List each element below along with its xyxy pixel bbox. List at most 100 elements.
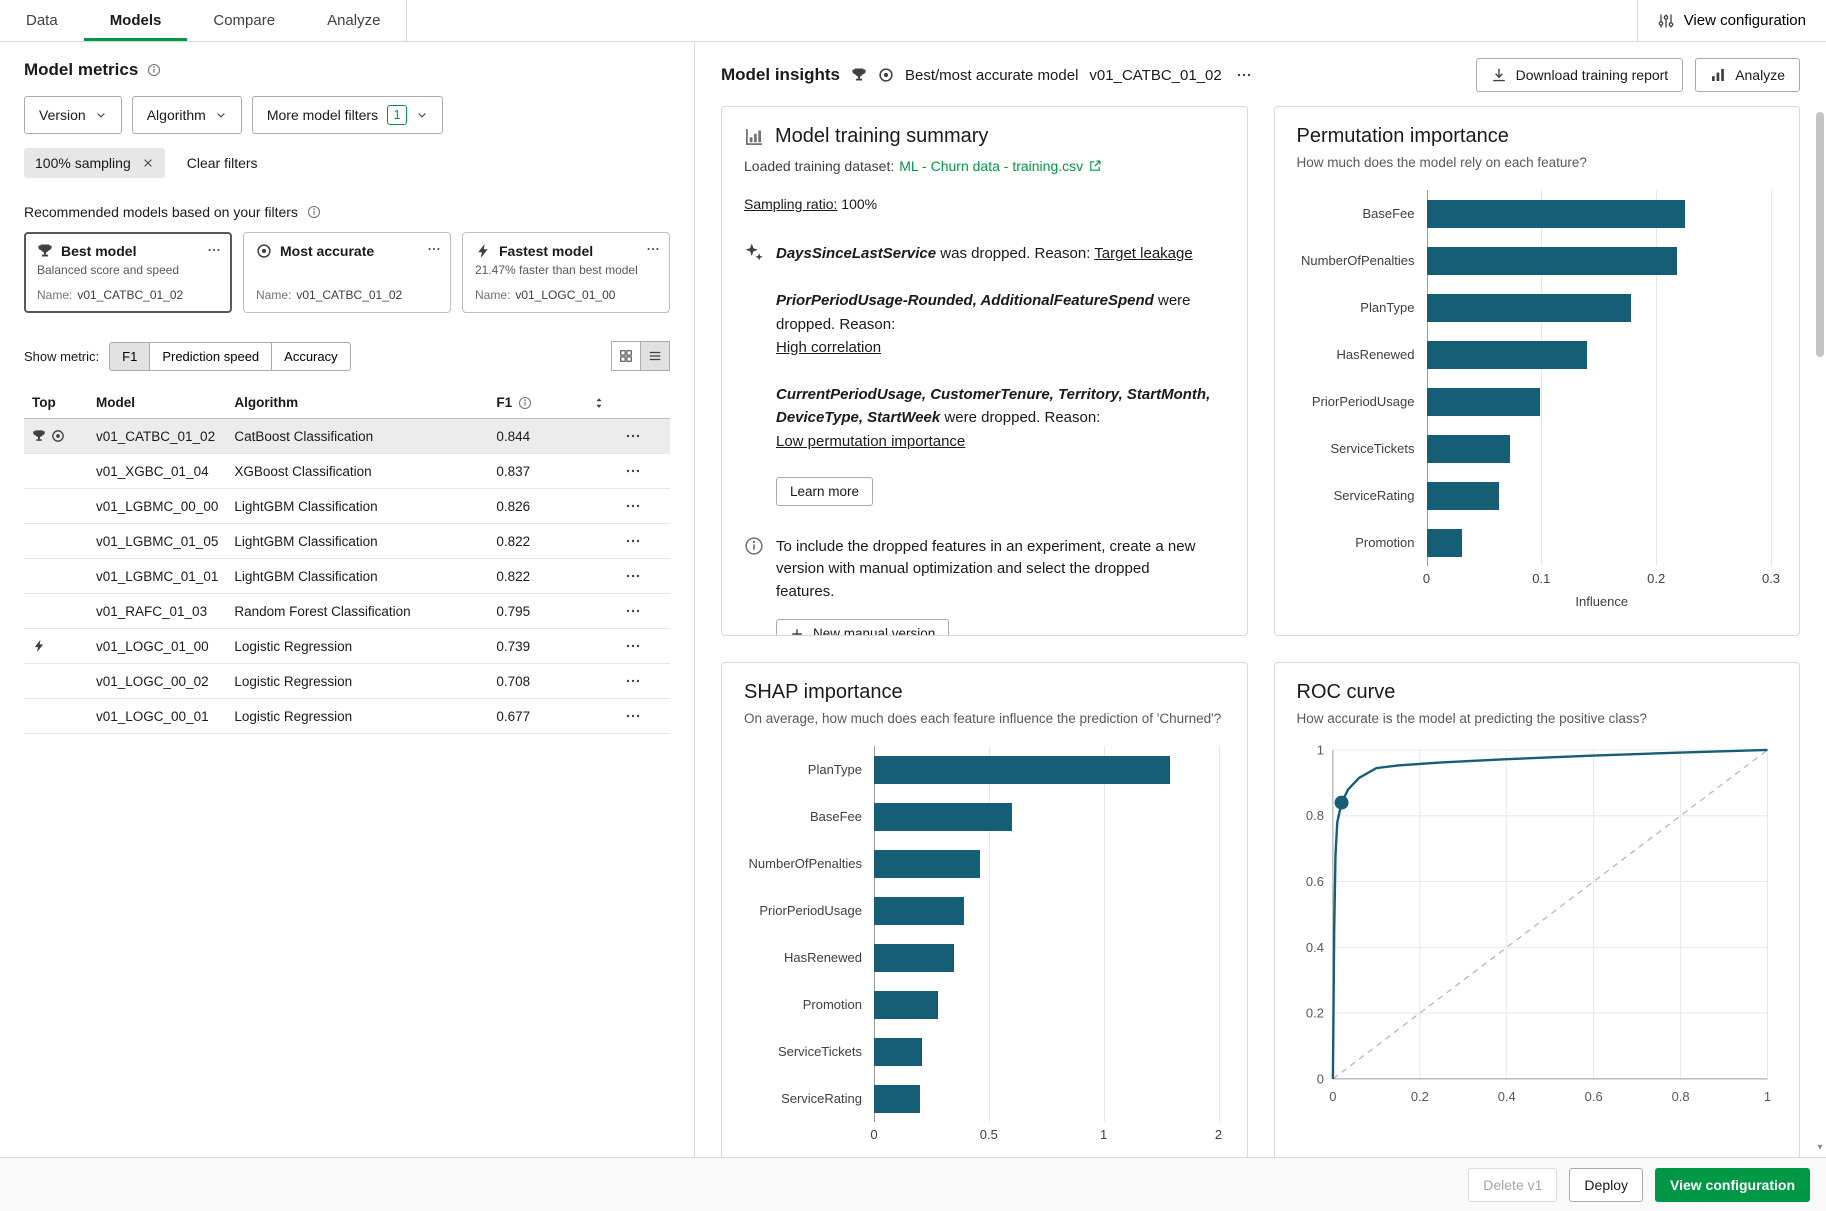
recommended-card-best-model[interactable]: Best modelBalanced score and speedName:v… [24, 232, 232, 313]
scroll-down-icon[interactable]: ▾ [1815, 1142, 1825, 1153]
model-row[interactable]: v01_LGBMC_01_05LightGBM Classification0.… [24, 524, 670, 559]
ellipsis-icon [207, 243, 221, 257]
row-menu-button[interactable] [622, 460, 644, 482]
list-view-button[interactable] [640, 341, 670, 371]
model-name: v01_LOGC_00_02 [88, 664, 226, 699]
insights-menu-button[interactable] [1233, 64, 1255, 86]
roc-curve-chart: 00.20.40.60.8100.20.40.60.81 [1297, 740, 1778, 1117]
download-training-report-button[interactable]: Download training report [1476, 58, 1684, 92]
view-configuration-footer-button[interactable]: View configuration [1655, 1168, 1810, 1202]
tab-analyze[interactable]: Analyze [301, 0, 406, 41]
row-menu-button[interactable] [622, 565, 644, 587]
card-title: Model training summary [775, 125, 988, 148]
bar-label: PriorPeriodUsage [744, 903, 874, 918]
svg-text:0.4: 0.4 [1305, 940, 1323, 955]
row-menu-button[interactable] [622, 425, 644, 447]
chart-icon [744, 127, 764, 147]
reason-link[interactable]: Target leakage [1094, 245, 1192, 262]
model-row[interactable]: v01_LGBMC_00_00LightGBM Classification0.… [24, 489, 670, 524]
reason-link[interactable]: Low permutation importance [776, 433, 965, 450]
menu-cell [614, 419, 670, 454]
version-filter-dropdown[interactable]: Version [24, 96, 122, 134]
tab-models[interactable]: Models [84, 0, 188, 41]
target-icon [51, 429, 65, 443]
model-row[interactable]: v01_LOGC_00_02Logistic Regression0.708 [24, 664, 670, 699]
insights-title: Model insights [721, 65, 840, 85]
card-menu-button[interactable] [644, 240, 662, 258]
recommended-card-most-accurate[interactable]: Most accurateName:v01_CATBC_01_02 [243, 232, 451, 313]
delete-version-button[interactable]: Delete v1 [1468, 1168, 1557, 1202]
metric-option-prediction-speed[interactable]: Prediction speed [149, 342, 272, 371]
reason-link[interactable]: High correlation [776, 339, 881, 356]
trophy-icon [851, 67, 867, 83]
svg-text:1: 1 [1316, 742, 1323, 757]
algorithm: Random Forest Classification [226, 594, 488, 629]
learn-more-button[interactable]: Learn more [776, 477, 873, 506]
scrollbar-thumb[interactable] [1816, 112, 1824, 357]
model-row[interactable]: v01_CATBC_01_02CatBoost Classification0.… [24, 419, 670, 454]
model-row[interactable]: v01_LGBMC_01_01LightGBM Classification0.… [24, 559, 670, 594]
card-menu-button[interactable] [205, 241, 223, 259]
ellipsis-icon [625, 428, 641, 444]
top-cell [24, 559, 88, 594]
info-icon[interactable] [307, 205, 321, 219]
analyze-button[interactable]: Analyze [1695, 58, 1800, 92]
scrollbar[interactable]: ▾ [1815, 44, 1825, 1153]
insights-model-name: v01_CATBC_01_02 [1089, 67, 1221, 84]
row-menu-button[interactable] [622, 495, 644, 517]
algorithm: LightGBM Classification [226, 559, 488, 594]
remove-filter-button[interactable] [142, 157, 154, 169]
active-filters-row: 100% sampling Clear filters [24, 148, 670, 178]
lightning-icon [475, 243, 491, 259]
row-menu-button[interactable] [622, 530, 644, 552]
external-link-icon[interactable] [1088, 159, 1102, 173]
model-row[interactable]: v01_LOGC_01_00Logistic Regression0.739 [24, 629, 670, 664]
ellipsis-icon [625, 708, 641, 724]
show-metric-label: Show metric: [24, 349, 99, 364]
clear-filters-button[interactable]: Clear filters [187, 155, 258, 171]
panel-title: Model metrics [24, 60, 138, 80]
bar [1427, 294, 1631, 322]
algorithm-filter-dropdown[interactable]: Algorithm [132, 96, 242, 134]
target-icon [256, 243, 272, 259]
row-menu-button[interactable] [622, 600, 644, 622]
metric-option-accuracy[interactable]: Accuracy [271, 342, 350, 371]
f1-score: 0.795 [488, 594, 614, 629]
new-manual-version-button[interactable]: New manual version [776, 619, 949, 636]
lightning-icon [32, 639, 46, 653]
axis-tick: 0 [1423, 571, 1430, 586]
tab-data[interactable]: Data [0, 0, 84, 41]
model-row[interactable]: v01_LOGC_00_01Logistic Regression0.677 [24, 699, 670, 734]
bar [1427, 341, 1588, 369]
metric-option-f1[interactable]: F1 [109, 342, 150, 371]
more-model-filters-dropdown[interactable]: More model filters 1 [252, 96, 443, 134]
bar [1427, 482, 1499, 510]
algorithm: CatBoost Classification [226, 419, 488, 454]
name-label: Name: [37, 288, 72, 302]
card-menu-button[interactable] [425, 240, 443, 258]
row-menu-button[interactable] [622, 635, 644, 657]
grid-view-button[interactable] [611, 341, 641, 371]
f1-score: 0.826 [488, 489, 614, 524]
svg-text:0.4: 0.4 [1497, 1089, 1515, 1104]
row-menu-button[interactable] [622, 670, 644, 692]
filter-count-badge: 1 [387, 105, 407, 125]
shap-importance-chart: PlanTypeBaseFeeNumberOfPenaltiesPriorPer… [744, 746, 1225, 1146]
bar-label: ServiceRating [744, 1091, 874, 1106]
recommended-card-fastest-model[interactable]: Fastest model21.47% faster than best mod… [462, 232, 670, 313]
model-row[interactable]: v01_XGBC_01_04XGBoost Classification0.83… [24, 454, 670, 489]
sort-icon[interactable] [592, 396, 606, 410]
dataset-link[interactable]: ML - Churn data - training.csv [899, 158, 1083, 174]
model-row[interactable]: v01_RAFC_01_03Random Forest Classificati… [24, 594, 670, 629]
column-header-model: Model [88, 387, 226, 419]
column-header-f1[interactable]: F1 [488, 387, 614, 419]
deploy-button[interactable]: Deploy [1569, 1168, 1643, 1202]
row-menu-button[interactable] [622, 705, 644, 727]
tab-compare[interactable]: Compare [187, 0, 301, 41]
f1-score: 0.739 [488, 629, 614, 664]
view-configuration-button[interactable]: View configuration [1637, 0, 1826, 41]
bottom-action-bar: Delete v1 Deploy View configuration [0, 1157, 1826, 1211]
info-icon[interactable] [147, 63, 161, 77]
feature-names: DaysSinceLastService [776, 245, 936, 262]
bar [874, 991, 938, 1019]
